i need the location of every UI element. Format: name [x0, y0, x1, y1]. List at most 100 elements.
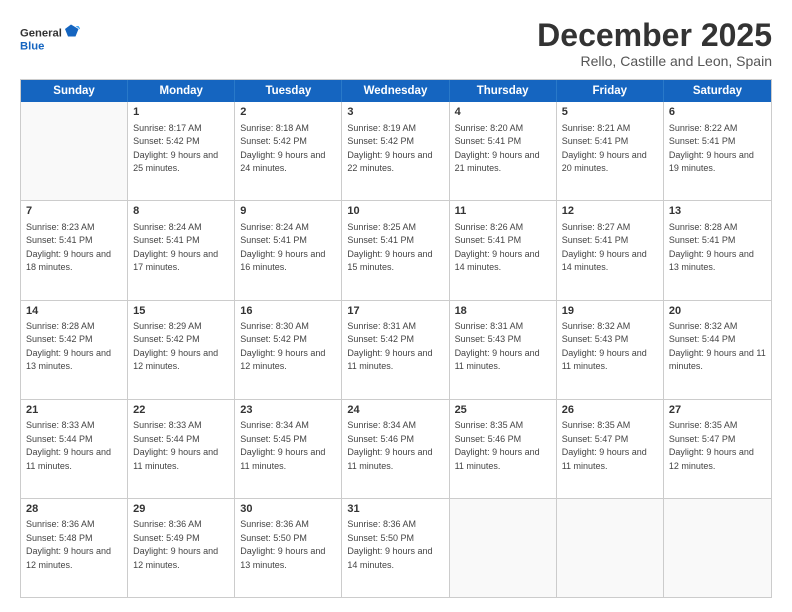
calendar-cell: 21Sunrise: 8:33 AM Sunset: 5:44 PM Dayli… — [21, 400, 128, 498]
day-info: Sunrise: 8:26 AM Sunset: 5:41 PM Dayligh… — [455, 221, 551, 275]
day-number: 25 — [455, 403, 551, 418]
calendar-cell: 15Sunrise: 8:29 AM Sunset: 5:42 PM Dayli… — [128, 301, 235, 399]
day-info: Sunrise: 8:19 AM Sunset: 5:42 PM Dayligh… — [347, 122, 443, 176]
day-number: 22 — [133, 403, 229, 418]
subtitle: Rello, Castille and Leon, Spain — [537, 53, 772, 69]
day-number: 16 — [240, 304, 336, 319]
calendar-cell: 10 Sunrise: 8:25 AM Sunset: 5:41 PM Dayli… — [342, 201, 449, 299]
calendar-cell: 19Sunrise: 8:32 AM Sunset: 5:43 PM Dayli… — [557, 301, 664, 399]
day-number: 11 — [455, 204, 551, 219]
day-info: Sunrise: 8:36 AM Sunset: 5:48 PM Dayligh… — [26, 518, 122, 572]
day-number: 13 — [669, 204, 766, 219]
day-number: 7 — [26, 204, 122, 219]
day-info: Sunrise: 8:21 AM Sunset: 5:41 PM Dayligh… — [562, 122, 658, 176]
calendar-cell: 30Sunrise: 8:36 AM Sunset: 5:50 PM Dayli… — [235, 499, 342, 597]
calendar-cell: 16Sunrise: 8:30 AM Sunset: 5:42 PM Dayli… — [235, 301, 342, 399]
day-info: Sunrise: 8:24 AM Sunset: 5:41 PM Dayligh… — [240, 221, 336, 275]
day-info: Sunrise: 8:32 AM Sunset: 5:44 PM Dayligh… — [669, 320, 766, 374]
day-info: Sunrise: 8:31 AM Sunset: 5:42 PM Dayligh… — [347, 320, 443, 374]
calendar: SundayMondayTuesdayWednesdayThursdayFrid… — [20, 79, 772, 598]
day-number: 10 — [347, 204, 443, 219]
header-day-tuesday: Tuesday — [235, 80, 342, 102]
calendar-cell: 8Sunrise: 8:24 AM Sunset: 5:41 PM Daylig… — [128, 201, 235, 299]
header-day-friday: Friday — [557, 80, 664, 102]
header: General Blue December 2025 Rello, Castil… — [20, 18, 772, 69]
day-info: Sunrise: 8:35 AM Sunset: 5:47 PM Dayligh… — [562, 419, 658, 473]
calendar-cell: 27Sunrise: 8:35 AM Sunset: 5:47 PM Dayli… — [664, 400, 771, 498]
calendar-cell: 31Sunrise: 8:36 AM Sunset: 5:50 PM Dayli… — [342, 499, 449, 597]
day-info: Sunrise: 8:27 AM Sunset: 5:41 PM Dayligh… — [562, 221, 658, 275]
day-number: 23 — [240, 403, 336, 418]
calendar-week-3: 14Sunrise: 8:28 AM Sunset: 5:42 PM Dayli… — [21, 300, 771, 399]
calendar-cell: 20Sunrise: 8:32 AM Sunset: 5:44 PM Dayli… — [664, 301, 771, 399]
main-title: December 2025 — [537, 18, 772, 53]
day-number: 9 — [240, 204, 336, 219]
header-day-monday: Monday — [128, 80, 235, 102]
calendar-body: 1 Sunrise: 8:17 AM Sunset: 5:42 PM Daylig… — [21, 102, 771, 597]
svg-text:Blue: Blue — [20, 40, 44, 52]
calendar-cell: 26Sunrise: 8:35 AM Sunset: 5:47 PM Dayli… — [557, 400, 664, 498]
day-info: Sunrise: 8:17 AM Sunset: 5:42 PM Dayligh… — [133, 122, 229, 176]
day-info: Sunrise: 8:32 AM Sunset: 5:43 PM Dayligh… — [562, 320, 658, 374]
calendar-cell — [450, 499, 557, 597]
day-number: 30 — [240, 502, 336, 517]
calendar-cell: 1 Sunrise: 8:17 AM Sunset: 5:42 PM Daylig… — [128, 102, 235, 200]
calendar-cell: 4Sunrise: 8:20 AM Sunset: 5:41 PM Daylig… — [450, 102, 557, 200]
day-number: 31 — [347, 502, 443, 517]
day-number: 15 — [133, 304, 229, 319]
header-day-wednesday: Wednesday — [342, 80, 449, 102]
day-number: 20 — [669, 304, 766, 319]
day-info: Sunrise: 8:33 AM Sunset: 5:44 PM Dayligh… — [133, 419, 229, 473]
calendar-cell: 12 Sunrise: 8:27 AM Sunset: 5:41 PM Dayli… — [557, 201, 664, 299]
calendar-cell: 11 Sunrise: 8:26 AM Sunset: 5:41 PM Dayli… — [450, 201, 557, 299]
calendar-cell: 17Sunrise: 8:31 AM Sunset: 5:42 PM Dayli… — [342, 301, 449, 399]
day-number: 24 — [347, 403, 443, 418]
day-number: 2 — [240, 105, 336, 120]
day-number: 5 — [562, 105, 658, 120]
day-number: 21 — [26, 403, 122, 418]
calendar-cell: 9 Sunrise: 8:24 AM Sunset: 5:41 PM Daylig… — [235, 201, 342, 299]
calendar-cell: 3Sunrise: 8:19 AM Sunset: 5:42 PM Daylig… — [342, 102, 449, 200]
day-info: Sunrise: 8:24 AM Sunset: 5:41 PM Dayligh… — [133, 221, 229, 275]
day-number: 29 — [133, 502, 229, 517]
calendar-cell: 2Sunrise: 8:18 AM Sunset: 5:42 PM Daylig… — [235, 102, 342, 200]
calendar-cell: 5 Sunrise: 8:21 AM Sunset: 5:41 PM Daylig… — [557, 102, 664, 200]
calendar-week-5: 28Sunrise: 8:36 AM Sunset: 5:48 PM Dayli… — [21, 498, 771, 597]
page: General Blue December 2025 Rello, Castil… — [0, 0, 792, 612]
day-info: Sunrise: 8:23 AM Sunset: 5:41 PM Dayligh… — [26, 221, 122, 275]
logo-svg: General Blue — [20, 18, 80, 58]
header-day-thursday: Thursday — [450, 80, 557, 102]
day-number: 28 — [26, 502, 122, 517]
day-number: 12 — [562, 204, 658, 219]
day-info: Sunrise: 8:35 AM Sunset: 5:46 PM Dayligh… — [455, 419, 551, 473]
day-info: Sunrise: 8:30 AM Sunset: 5:42 PM Dayligh… — [240, 320, 336, 374]
calendar-week-4: 21 Sunrise: 8:33 AM Sunset: 5:44 PM Dayli… — [21, 399, 771, 498]
day-info: Sunrise: 8:28 AM Sunset: 5:41 PM Dayligh… — [669, 221, 766, 275]
logo: General Blue — [20, 18, 80, 58]
day-info: Sunrise: 8:28 AM Sunset: 5:42 PM Dayligh… — [26, 320, 122, 374]
day-number: 1 — [133, 105, 229, 120]
calendar-cell: 14Sunrise: 8:28 AM Sunset: 5:42 PM Dayli… — [21, 301, 128, 399]
day-info: Sunrise: 8:22 AM Sunset: 5:41 PM Dayligh… — [669, 122, 766, 176]
calendar-cell: 18Sunrise: 8:31 AM Sunset: 5:43 PM Dayli… — [450, 301, 557, 399]
calendar-cell: 28Sunrise: 8:36 AM Sunset: 5:48 PM Dayli… — [21, 499, 128, 597]
day-number: 18 — [455, 304, 551, 319]
day-info: Sunrise: 8:35 AM Sunset: 5:47 PM Dayligh… — [669, 419, 766, 473]
calendar-cell — [21, 102, 128, 200]
calendar-header: SundayMondayTuesdayWednesdayThursdayFrid… — [21, 80, 771, 102]
day-number: 17 — [347, 304, 443, 319]
calendar-cell: 29Sunrise: 8:36 AM Sunset: 5:49 PM Dayli… — [128, 499, 235, 597]
day-number: 6 — [669, 105, 766, 120]
calendar-cell — [557, 499, 664, 597]
day-info: Sunrise: 8:36 AM Sunset: 5:49 PM Dayligh… — [133, 518, 229, 572]
calendar-cell — [664, 499, 771, 597]
day-info: Sunrise: 8:25 AM Sunset: 5:41 PM Dayligh… — [347, 221, 443, 275]
calendar-cell: 25Sunrise: 8:35 AM Sunset: 5:46 PM Dayli… — [450, 400, 557, 498]
header-day-saturday: Saturday — [664, 80, 771, 102]
day-info: Sunrise: 8:31 AM Sunset: 5:43 PM Dayligh… — [455, 320, 551, 374]
calendar-cell: 22Sunrise: 8:33 AM Sunset: 5:44 PM Dayli… — [128, 400, 235, 498]
calendar-cell: 24Sunrise: 8:34 AM Sunset: 5:46 PM Dayli… — [342, 400, 449, 498]
day-info: Sunrise: 8:34 AM Sunset: 5:46 PM Dayligh… — [347, 419, 443, 473]
calendar-week-2: 7 Sunrise: 8:23 AM Sunset: 5:41 PM Daylig… — [21, 200, 771, 299]
day-number: 14 — [26, 304, 122, 319]
